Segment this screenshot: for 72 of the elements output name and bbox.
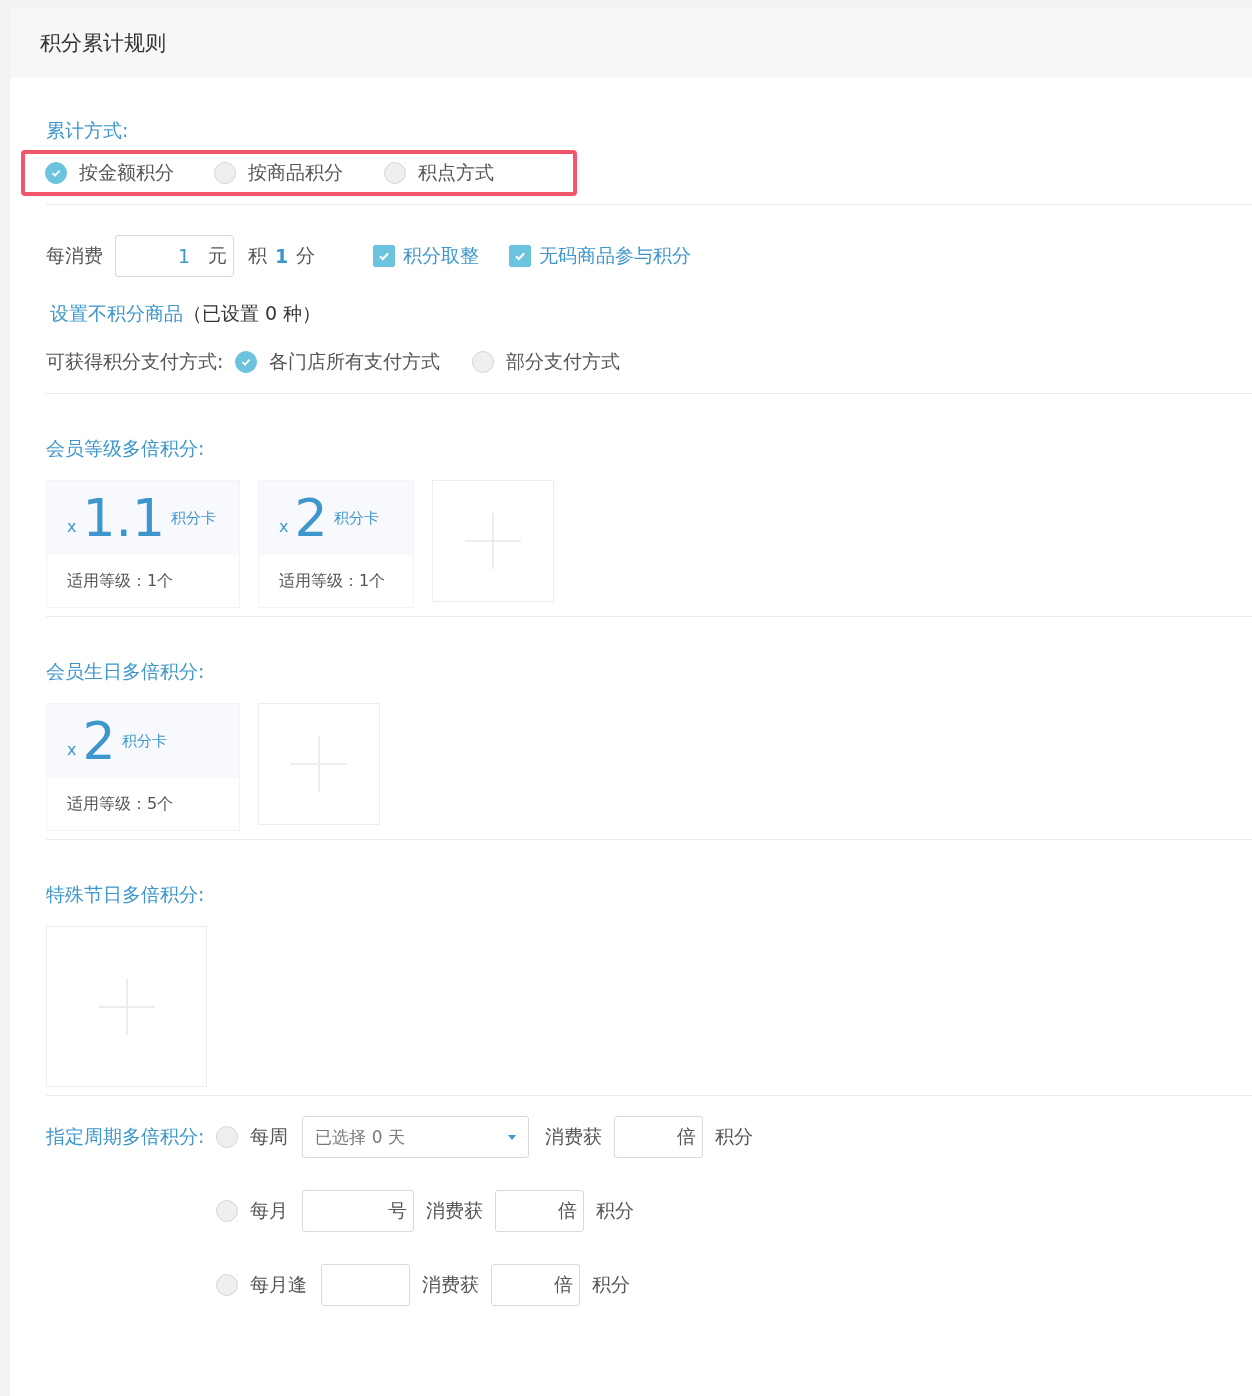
spend-label: 每消费 (46, 243, 103, 268)
radio-button[interactable] (216, 1200, 239, 1222)
radio-button[interactable] (383, 162, 406, 184)
multiplier-field[interactable]: 倍 (495, 1190, 585, 1232)
check-icon (50, 167, 62, 179)
section-title: 会员生日多倍积分: (46, 659, 206, 684)
radio-button[interactable] (45, 162, 67, 184)
radio-option[interactable]: 积点方式 (383, 160, 553, 186)
radio-label: 部分支付方式 (506, 349, 621, 374)
applicable-levels: 适用等级：5个 (66, 792, 175, 815)
period-label: 每周 (250, 1124, 289, 1149)
multiplier-field[interactable]: 倍 (614, 1116, 704, 1158)
multiply-sign: x (67, 517, 77, 536)
multiply-sign: x (279, 517, 289, 536)
applicable-levels: 适用等级：1个 (66, 569, 175, 592)
field-suffix: 号 (388, 1198, 408, 1223)
radio-label: 按商品积分 (248, 160, 344, 185)
radio-button[interactable] (216, 1126, 239, 1148)
checkbox[interactable] (509, 245, 532, 267)
field-suffix: 倍 (558, 1198, 578, 1223)
earn-label: 消费获 (422, 1272, 480, 1297)
radio-button[interactable] (472, 351, 495, 373)
earn-label: 消费获 (426, 1198, 484, 1223)
checkbox[interactable] (373, 245, 396, 267)
radio-button[interactable] (214, 162, 237, 184)
day-field[interactable]: 号 (302, 1190, 415, 1232)
payment-label: 可获得积分支付方式: (46, 349, 224, 374)
period-label: 每月 (250, 1198, 289, 1223)
section-title: 累计方式: (46, 118, 130, 143)
radio-option[interactable]: 各门店所有支付方式 (235, 349, 441, 375)
exclude-count: （已设置 0 种） (183, 301, 322, 326)
radio-label: 各门店所有支付方式 (269, 349, 441, 374)
multiply-sign: x (67, 740, 77, 759)
amount-value: 1 (177, 245, 190, 267)
radio-button[interactable] (216, 1274, 239, 1296)
amount-field[interactable]: 1 元 (115, 235, 234, 277)
radio-label: 按金额积分 (79, 160, 174, 185)
points-label: 积分 (596, 1198, 635, 1223)
points-label: 积分 (592, 1272, 631, 1297)
card-unit: 积分卡 (171, 509, 217, 528)
card-unit: 积分卡 (121, 732, 167, 751)
days-dropdown[interactable]: 已选择 0 天 (302, 1116, 530, 1158)
card-unit: 积分卡 (333, 509, 379, 528)
section-title: 指定周期多倍积分: (46, 1124, 205, 1149)
input-field[interactable] (321, 1264, 411, 1306)
checkbox-label: 积分取整 (403, 243, 480, 268)
checkbox-label: 无码商品参与积分 (539, 243, 692, 268)
points-label: 积分 (715, 1124, 754, 1149)
points-value: 1 (275, 245, 289, 267)
caret-icon (508, 1134, 517, 1140)
radio-button[interactable] (235, 351, 258, 373)
multiplier-value: 1.1 (82, 495, 166, 541)
radio-option[interactable]: 按商品积分 (214, 160, 384, 186)
earn-label: 积 (248, 243, 267, 268)
earn-label: 消费获 (545, 1124, 603, 1149)
field-suffix: 倍 (554, 1272, 574, 1297)
multiplier-field[interactable]: 倍 (491, 1264, 581, 1306)
radio-option[interactable]: 按金额积分 (45, 160, 215, 186)
check-icon (240, 356, 253, 368)
multiplier-value: 2 (294, 495, 328, 541)
applicable-levels: 适用等级：1个 (278, 569, 387, 592)
section-title: 会员等级多倍积分: (46, 436, 206, 461)
panel-title: 积分累计规则 (40, 30, 166, 57)
section-title: 特殊节日多倍积分: (46, 882, 206, 907)
radio-option[interactable]: 部分支付方式 (472, 349, 621, 375)
points-unit: 分 (296, 243, 316, 268)
currency-unit: 元 (208, 243, 227, 268)
multiplier-value: 2 (82, 718, 116, 764)
period-label: 每月逢 (250, 1272, 308, 1297)
dropdown-value: 已选择 0 天 (315, 1125, 406, 1149)
field-suffix: 倍 (677, 1124, 697, 1149)
radio-label: 积点方式 (417, 160, 494, 185)
